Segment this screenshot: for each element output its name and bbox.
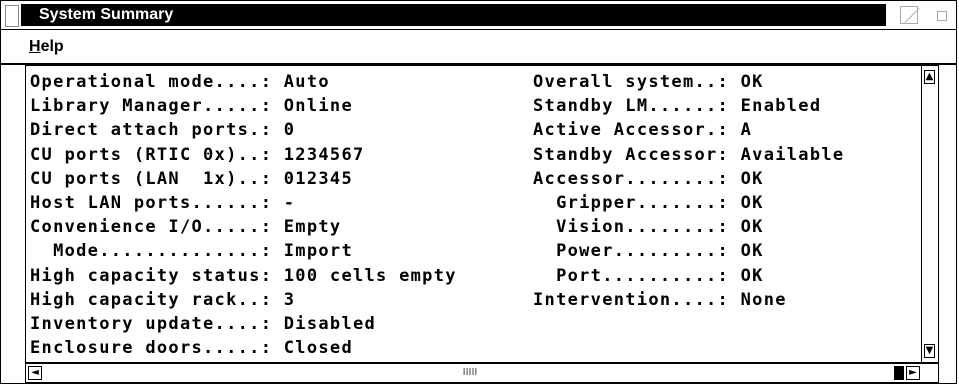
menu-help[interactable]: Help [29, 38, 64, 56]
summary-line: Enclosure doors.....: Closed [30, 338, 353, 359]
summary-line: Accessor........: OK [533, 168, 764, 189]
summary-line: Operational mode....: Auto [30, 72, 330, 92]
summary-line: High capacity rack..: 3 [30, 289, 296, 310]
scroll-down-icon[interactable]: ▼ [924, 344, 935, 358]
summary-line: Standby LM......: Enabled [533, 96, 822, 117]
summary-line: Intervention....: None [533, 289, 787, 310]
summary-right-column: Overall system..: OK Standby LM......: E… [533, 70, 844, 312]
scroll-up-icon[interactable]: ▲ [924, 70, 935, 84]
summary-line: Host LAN ports......: - [30, 192, 296, 213]
scroll-thumb[interactable]: IIIII [46, 367, 894, 379]
scroll-thumb-end [894, 366, 904, 380]
summary-panel: Operational mode....: Auto Library Manag… [25, 65, 939, 363]
summary-line: Library Manager.....: Online [30, 96, 353, 117]
menu-help-label: elp [40, 38, 64, 55]
summary-line: Gripper.......: OK [533, 192, 764, 213]
menu-help-mnemonic: H [29, 38, 41, 55]
minimize-icon[interactable] [900, 6, 918, 24]
menu-bar: Help [1, 30, 956, 65]
restore-icon[interactable] [934, 6, 948, 24]
summary-line: Overall system..: OK [533, 72, 764, 92]
system-menu-icon[interactable] [5, 5, 19, 27]
summary-left-column: Operational mode....: Auto Library Manag… [30, 70, 457, 360]
summary-line: Mode..............: Import [30, 241, 353, 262]
summary-line: High capacity status: 100 cells empty [30, 265, 457, 286]
summary-line: Vision........: OK [533, 217, 764, 238]
system-summary-window: System Summary Help Operational mode....… [0, 0, 957, 384]
summary-line: Direct attach ports.: 0 [30, 120, 296, 141]
window-title: System Summary [39, 6, 174, 23]
vertical-scrollbar[interactable]: ▲ ▼ [921, 66, 938, 362]
summary-line: Inventory update....: Disabled [30, 313, 377, 334]
scroll-left-icon[interactable]: ◄ [28, 366, 42, 380]
summary-line: Port..........: OK [533, 265, 764, 286]
summary-line: Standby Accessor: Available [533, 144, 845, 165]
title-bar[interactable]: System Summary [1, 1, 956, 30]
scroll-right-icon[interactable]: ► [906, 366, 920, 380]
summary-line: CU ports (LAN 1x)..: 012345 [30, 168, 353, 189]
summary-line: Power.........: OK [533, 241, 764, 262]
summary-line: Active Accessor.: A [533, 120, 753, 141]
summary-line: CU ports (RTIC 0x)..: 1234567 [30, 144, 365, 165]
summary-line: Convenience I/O.....: Empty [30, 217, 342, 238]
horizontal-scrollbar[interactable]: ◄ IIIII ► [25, 363, 939, 383]
